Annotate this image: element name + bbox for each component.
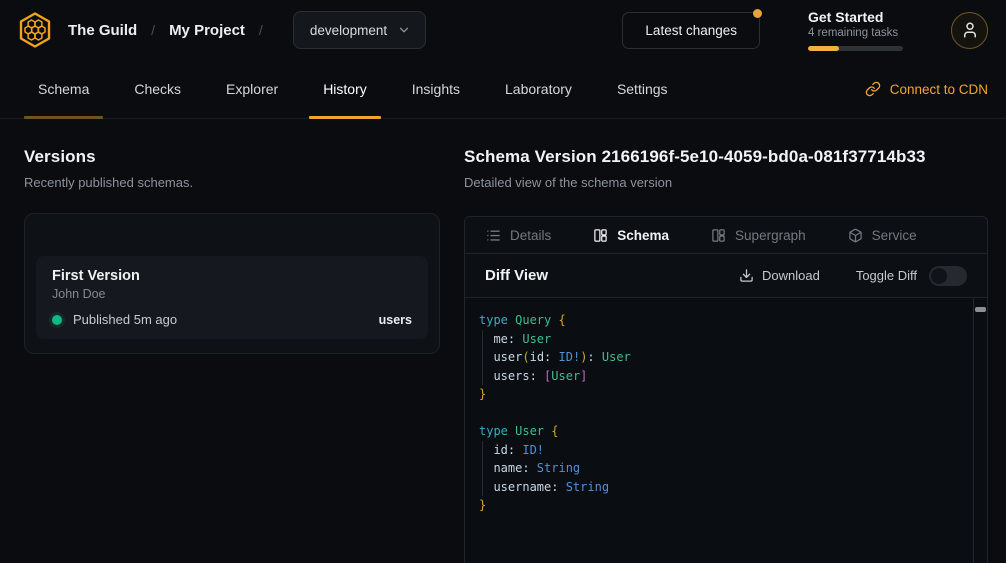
toggle-diff-label: Toggle Diff: [856, 268, 917, 283]
schema-version-subtitle: Detailed view of the schema version: [464, 175, 988, 190]
chevron-down-icon: [397, 23, 411, 37]
get-started-title: Get Started: [808, 9, 903, 25]
version-status: Published 5m ago: [73, 312, 177, 327]
notification-dot: [753, 9, 762, 18]
version-list-item[interactable]: First Version John Doe Published 5m ago …: [36, 256, 428, 339]
get-started-subtitle: 4 remaining tasks: [808, 27, 903, 39]
version-author: John Doe: [52, 287, 412, 301]
latest-changes-button[interactable]: Latest changes: [622, 12, 760, 49]
user-icon: [961, 21, 979, 39]
panels-icon: [711, 228, 726, 243]
nav-tab-insights[interactable]: Insights: [398, 60, 474, 118]
get-started-widget[interactable]: Get Started 4 remaining tasks: [808, 9, 903, 51]
breadcrumb: The Guild / My Project /: [68, 22, 277, 39]
published-status-dot: [52, 315, 62, 325]
link-icon: [865, 81, 881, 97]
environment-select-value: development: [310, 23, 387, 38]
scrollbar-thumb[interactable]: [975, 307, 986, 312]
latest-changes-label: Latest changes: [645, 23, 737, 38]
diff-view-title: Diff View: [485, 267, 548, 284]
schema-code-viewer: type Query { me: User user(id: ID!): Use…: [465, 298, 987, 563]
version-name: First Version: [52, 268, 412, 284]
connect-to-cdn-button[interactable]: Connect to CDN: [865, 60, 988, 118]
guild-logo-icon[interactable]: [16, 9, 54, 51]
versions-subtitle: Recently published schemas.: [24, 175, 440, 190]
toggle-diff-switch[interactable]: [929, 266, 967, 286]
tab-schema[interactable]: Schema: [593, 228, 669, 243]
nav-tab-schema[interactable]: Schema: [24, 60, 103, 118]
service-name-badge: users: [379, 313, 412, 327]
nav-tab-laboratory[interactable]: Laboratory: [491, 60, 586, 118]
environment-select[interactable]: development: [293, 11, 426, 49]
switch-knob: [931, 268, 947, 284]
schema-version-title: Schema Version 2166196f-5e10-4059-bd0a-0…: [464, 147, 988, 167]
download-button[interactable]: Download: [739, 268, 820, 283]
breadcrumb-separator: /: [259, 22, 263, 38]
list-icon: [486, 228, 501, 243]
box-icon: [848, 228, 863, 243]
indent-guide: [482, 441, 483, 496]
panels-icon: [593, 228, 608, 243]
schema-version-panel: Details Schema Supergraph: [464, 216, 988, 563]
nav-tab-settings[interactable]: Settings: [603, 60, 682, 118]
get-started-progress: [808, 46, 903, 51]
breadcrumb-org[interactable]: The Guild: [68, 22, 137, 39]
vertical-scrollbar[interactable]: [973, 298, 987, 563]
version-detail-column: Schema Version 2166196f-5e10-4059-bd0a-0…: [464, 147, 988, 563]
breadcrumb-separator: /: [151, 22, 155, 38]
download-icon: [739, 268, 754, 283]
top-header: The Guild / My Project / development Lat…: [0, 0, 1006, 60]
tab-supergraph[interactable]: Supergraph: [711, 228, 806, 243]
breadcrumb-project[interactable]: My Project: [169, 22, 245, 39]
nav-tab-history[interactable]: History: [309, 60, 381, 118]
progress-fill: [808, 46, 839, 51]
tab-details[interactable]: Details: [486, 228, 551, 243]
tab-service[interactable]: Service: [848, 228, 917, 243]
connect-to-cdn-label: Connect to CDN: [890, 82, 988, 97]
detail-tabs: Details Schema Supergraph: [465, 217, 987, 254]
main-content: Versions Recently published schemas. Fir…: [0, 119, 1006, 563]
versions-column: Versions Recently published schemas. Fir…: [24, 147, 440, 354]
versions-title: Versions: [24, 147, 440, 167]
nav-tab-checks[interactable]: Checks: [120, 60, 195, 118]
target-nav: Schema Checks Explorer History Insights …: [0, 60, 1006, 119]
code-editor[interactable]: type Query { me: User user(id: ID!): Use…: [465, 298, 987, 528]
versions-list-card: First Version John Doe Published 5m ago …: [24, 213, 440, 354]
user-avatar[interactable]: [951, 12, 988, 49]
nav-tab-explorer[interactable]: Explorer: [212, 60, 292, 118]
download-label: Download: [762, 268, 820, 283]
diff-header-row: Diff View Download Toggle Diff: [465, 254, 987, 298]
indent-guide: [482, 330, 483, 385]
